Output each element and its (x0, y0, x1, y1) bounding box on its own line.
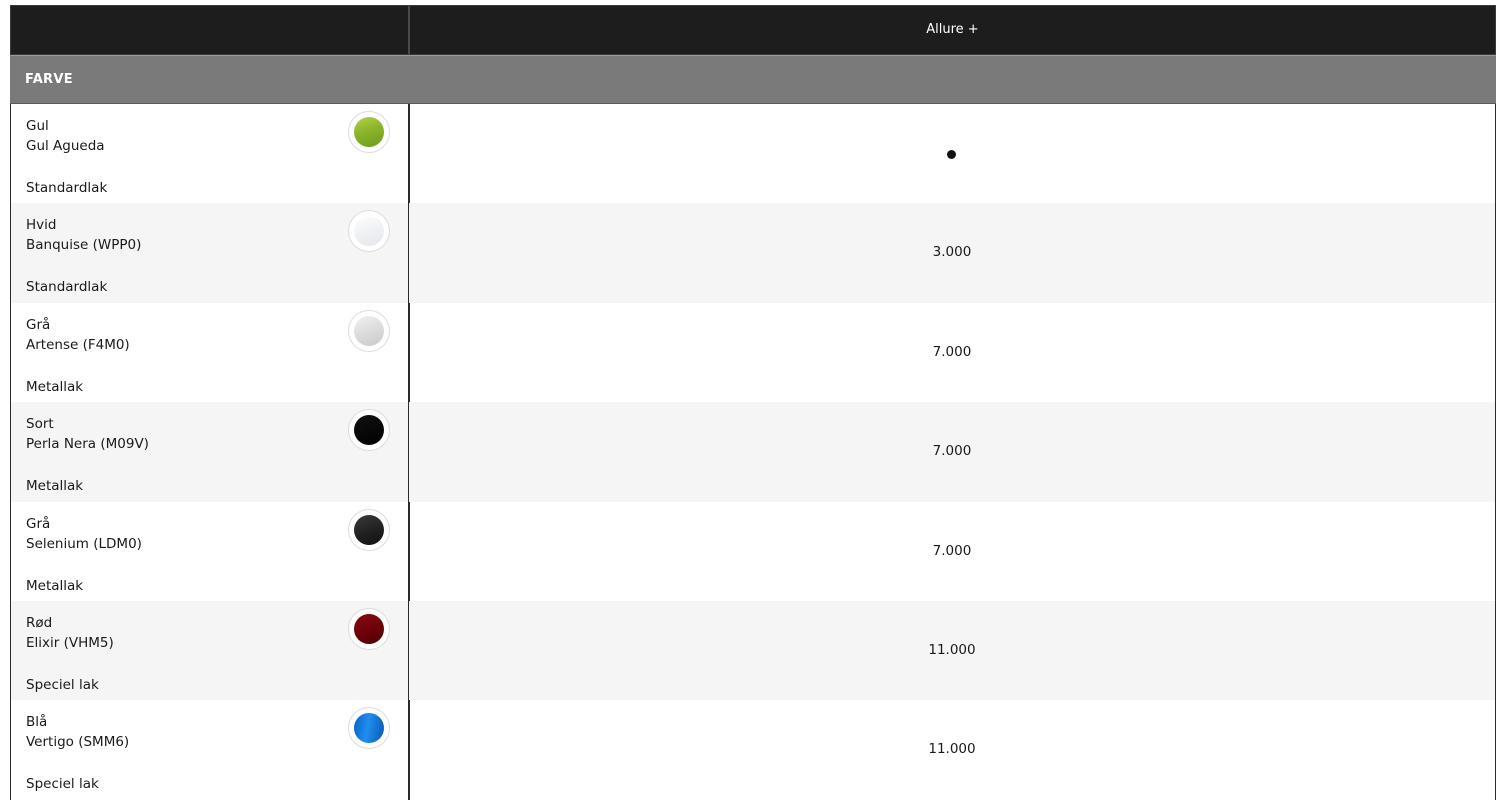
color-paint-type: Standardlak (26, 180, 108, 196)
color-cell: Sort Perla Nera (M09V) Metallak (10, 402, 410, 502)
color-swatch-fill (354, 713, 384, 744)
color-swatch[interactable] (348, 508, 390, 551)
color-paint-name: Vertigo (SMM6) (26, 734, 130, 751)
color-swatch-fill (354, 315, 384, 346)
header-empty-cell (11, 6, 410, 54)
color-paint-name: Gul Agueda (26, 138, 105, 154)
color-swatch[interactable] (348, 111, 390, 153)
color-paint-type: Standardlak (26, 279, 108, 296)
color-paint-type: Speciel lak (26, 776, 99, 793)
price-cell: 7.000 (409, 501, 1496, 601)
color-name: Sort (26, 416, 54, 433)
section-header-color[interactable]: FARVE (10, 55, 1496, 104)
color-cell: Hvid Banquise (WPP0) Standardlak (10, 203, 410, 303)
table-row: Sort Perla Nera (M09V) Metallak 7.000 (10, 402, 1496, 502)
color-paint-type: Metallak (26, 577, 84, 594)
color-swatch[interactable] (348, 707, 390, 750)
price-value: 7.000 (932, 443, 972, 460)
color-name: Grå (26, 316, 51, 333)
table-row: Blå Vertigo (SMM6) Speciel lak 11.000 (10, 700, 1496, 800)
color-cell: Rød Elixir (VHM5) Speciel lak (10, 600, 410, 701)
price-value: 7.000 (932, 343, 972, 360)
color-paint-type: Metallak (26, 478, 84, 495)
price-cell: 7.000 (409, 302, 1496, 403)
color-rows: Gul Gul Agueda Standardlak Hvid Banquise… (10, 104, 1496, 800)
color-paint-name: Perla Nera (M09V) (26, 436, 149, 453)
color-cell: Gul Gul Agueda Standardlak (10, 104, 410, 204)
price-value: 11.000 (928, 641, 976, 658)
color-cell: Grå Selenium (LDM0) Metallak (10, 501, 410, 601)
price-cell: 3.000 (409, 203, 1496, 303)
price-table: Allure + FARVE Gul Gul Agueda Standardla… (10, 5, 1496, 800)
section-title: FARVE (25, 72, 73, 87)
price-cell: 11.000 (409, 600, 1496, 701)
color-swatch-fill (354, 117, 384, 147)
table-header: Allure + (10, 5, 1496, 55)
price-value: 7.000 (932, 542, 972, 559)
color-name: Rød (26, 614, 53, 631)
table-row: Rød Elixir (VHM5) Speciel lak 11.000 (10, 600, 1496, 701)
color-swatch[interactable] (348, 409, 390, 452)
trim-column-title: Allure + (926, 22, 979, 37)
color-name: Hvid (26, 217, 57, 234)
color-paint-name: Artense (F4M0) (26, 336, 130, 353)
table-row: Grå Artense (F4M0) Metallak 7.000 (10, 302, 1496, 403)
color-name: Gul (26, 118, 49, 134)
color-paint-type: Speciel lak (26, 676, 99, 693)
color-paint-name: Elixir (VHM5) (26, 634, 114, 651)
color-swatch[interactable] (348, 607, 390, 650)
color-cell: Blå Vertigo (SMM6) Speciel lak (10, 700, 410, 800)
table-row: Hvid Banquise (WPP0) Standardlak 3.000 (10, 203, 1496, 303)
color-swatch[interactable] (348, 309, 390, 352)
color-swatch-fill (354, 613, 384, 644)
standard-dot-icon (947, 150, 956, 159)
price-value: 3.000 (932, 244, 972, 261)
color-cell: Grå Artense (F4M0) Metallak (10, 302, 410, 403)
color-name: Grå (26, 515, 51, 532)
color-swatch-fill (354, 415, 384, 446)
price-cell: 11.000 (409, 700, 1496, 800)
color-paint-type: Metallak (26, 378, 84, 395)
price-value: 11.000 (928, 741, 976, 758)
color-name: Blå (26, 714, 48, 731)
price-cell (409, 104, 1496, 204)
color-swatch[interactable] (348, 210, 390, 253)
color-swatch-fill (354, 216, 384, 247)
table-row: Grå Selenium (LDM0) Metallak 7.000 (10, 501, 1496, 601)
table-row: Gul Gul Agueda Standardlak (10, 104, 1496, 204)
price-cell: 7.000 (409, 402, 1496, 502)
color-paint-name: Selenium (LDM0) (26, 535, 142, 552)
color-swatch-fill (354, 514, 384, 545)
color-paint-name: Banquise (WPP0) (26, 237, 142, 254)
